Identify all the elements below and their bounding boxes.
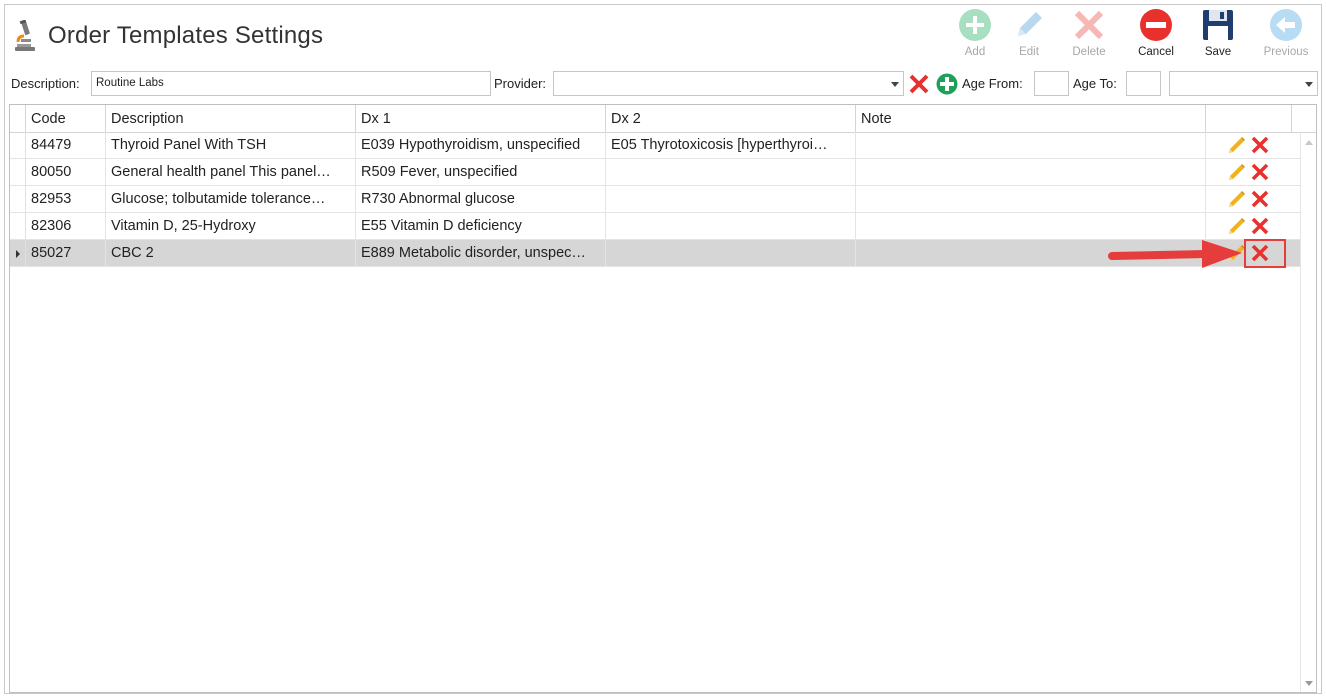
header-indicator (10, 105, 26, 132)
delete-row-icon[interactable] (1250, 162, 1270, 182)
cell-code: 85027 (26, 240, 106, 266)
chevron-down-icon (1305, 82, 1313, 87)
provider-label: Provider: (494, 76, 547, 91)
cancel-icon (1140, 9, 1172, 41)
clear-provider-icon[interactable] (908, 73, 930, 95)
cell-note (856, 132, 1206, 158)
edit-button[interactable]: Edit (1004, 8, 1054, 58)
column-header-dx2[interactable]: Dx 2 (606, 105, 856, 132)
row-indicator (10, 240, 26, 266)
previous-icon (1270, 9, 1302, 41)
delete-button[interactable]: Delete (1064, 8, 1114, 58)
microscope-icon (15, 20, 35, 51)
order-templates-grid: Code Description Dx 1 Dx 2 Note 84479 Thy… (9, 104, 1317, 693)
cell-description: General health panel This panel… (106, 159, 356, 185)
description-label: Description: (11, 76, 80, 91)
save-button[interactable]: Save (1193, 8, 1243, 58)
edit-label: Edit (1019, 46, 1039, 58)
previous-button[interactable]: Previous (1261, 8, 1311, 58)
cell-actions (1206, 186, 1292, 212)
cell-description: Glucose; tolbutamide tolerance… (106, 186, 356, 212)
table-row[interactable]: 80050 General health panel This panel… R50… (10, 159, 1300, 186)
filter-bar: Description: Routine Labs Provider: Age … (0, 71, 1326, 99)
age-to-input[interactable] (1126, 71, 1161, 96)
description-input[interactable]: Routine Labs (91, 71, 491, 96)
vertical-scrollbar[interactable] (1300, 132, 1316, 692)
current-row-icon (16, 250, 20, 258)
row-indicator (10, 132, 26, 158)
previous-label: Previous (1263, 46, 1309, 58)
table-row[interactable]: 84479 Thyroid Panel With TSH E039 Hypothyr… (10, 132, 1300, 159)
chevron-down-icon (891, 82, 899, 87)
edit-row-icon[interactable] (1227, 162, 1247, 182)
delete-icon (1074, 10, 1104, 40)
grid-header: Code Description Dx 1 Dx 2 Note (10, 105, 1316, 133)
scroll-down-icon[interactable] (1305, 681, 1313, 686)
cell-description: CBC 2 (106, 240, 356, 266)
save-label: Save (1204, 46, 1232, 58)
cell-dx1: E039 Hypothyroidism, unspecified (356, 132, 606, 158)
delete-row-icon[interactable] (1250, 189, 1270, 209)
page-title: Order Templates Settings (48, 22, 324, 49)
save-icon (1203, 10, 1233, 40)
age-from-label: Age From: (962, 76, 1023, 91)
edit-row-icon[interactable] (1227, 135, 1247, 155)
cell-code: 82953 (26, 186, 106, 212)
delete-row-icon[interactable] (1250, 216, 1270, 236)
cell-dx2: E05 Thyrotoxicosis [hyperthyroi… (606, 132, 856, 158)
cell-description: Vitamin D, 25-Hydroxy (106, 213, 356, 239)
cancel-button[interactable]: Cancel (1131, 8, 1181, 58)
cancel-label: Cancel (1138, 46, 1174, 58)
cell-note (856, 159, 1206, 185)
cell-dx2 (606, 159, 856, 185)
row-indicator (10, 213, 26, 239)
column-header-actions (1206, 105, 1292, 132)
cell-dx2 (606, 186, 856, 212)
add-label: Add (964, 46, 986, 58)
delete-row-icon[interactable] (1250, 135, 1270, 155)
annotation-arrow (1108, 240, 1242, 268)
age-unit-select[interactable] (1169, 71, 1318, 96)
cell-dx1: R509 Fever, unspecified (356, 159, 606, 185)
column-header-dx1[interactable]: Dx 1 (356, 105, 606, 132)
add-button[interactable]: Add (950, 8, 1000, 58)
cell-code: 82306 (26, 213, 106, 239)
delete-label: Delete (1072, 46, 1106, 58)
column-header-note[interactable]: Note (856, 105, 1206, 132)
column-header-description[interactable]: Description (106, 105, 356, 132)
cell-dx2 (606, 213, 856, 239)
column-header-code[interactable]: Code (26, 105, 106, 132)
cell-actions (1206, 159, 1292, 185)
add-icon (959, 9, 991, 41)
cell-description: Thyroid Panel With TSH (106, 132, 356, 158)
edit-row-icon[interactable] (1227, 216, 1247, 236)
age-to-label: Age To: (1073, 76, 1117, 91)
cell-dx1: E55 Vitamin D deficiency (356, 213, 606, 239)
cell-note (856, 186, 1206, 212)
row-indicator (10, 159, 26, 185)
row-indicator (10, 186, 26, 212)
add-provider-icon[interactable] (936, 73, 958, 95)
cell-dx1: R730 Abnormal glucose (356, 186, 606, 212)
age-from-input[interactable] (1034, 71, 1069, 96)
cell-code: 80050 (26, 159, 106, 185)
provider-select[interactable] (553, 71, 904, 96)
annotation-highlight-box (1244, 239, 1286, 268)
cell-dx2 (606, 240, 856, 266)
cell-code: 84479 (26, 132, 106, 158)
cell-dx1: E889 Metabolic disorder, unspec… (356, 240, 606, 266)
edit-row-icon[interactable] (1227, 189, 1247, 209)
scroll-up-icon[interactable] (1305, 140, 1313, 145)
cell-actions (1206, 132, 1292, 158)
edit-icon (1018, 12, 1042, 36)
table-row[interactable]: 82953 Glucose; tolbutamide tolerance… R730… (10, 186, 1300, 213)
